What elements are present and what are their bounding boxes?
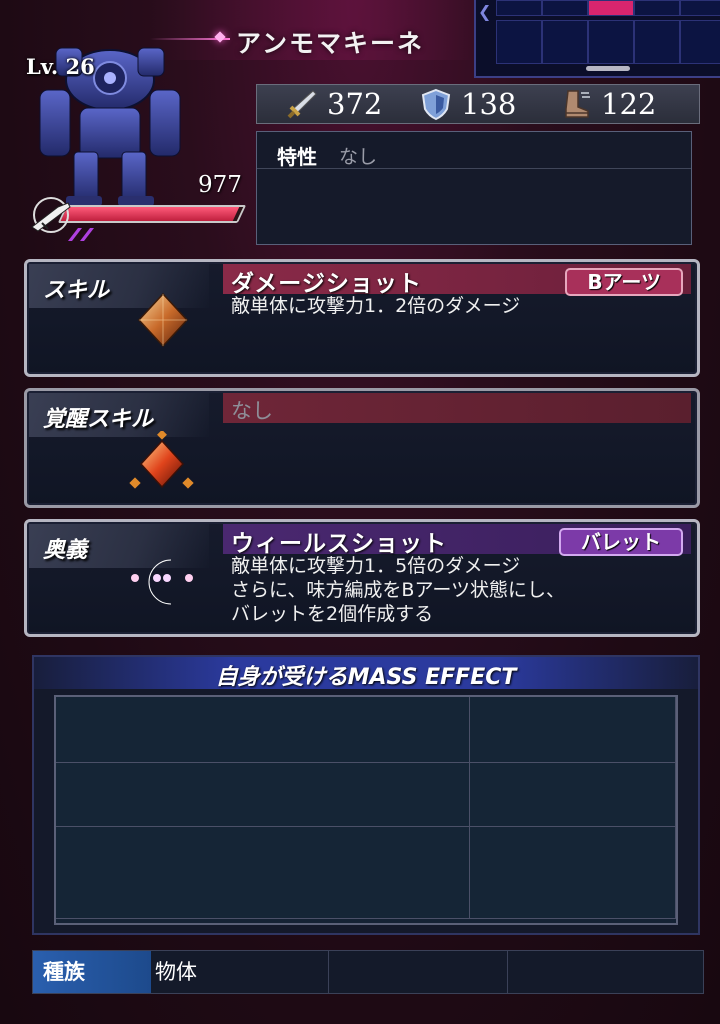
mass-effect-cell xyxy=(56,763,470,827)
party-slot[interactable] xyxy=(542,0,588,16)
ougi-panel[interactable]: 奥義 ウィールスショット バレット 敵単体に攻撃力1．5倍のダメージ さらに、味… xyxy=(24,519,700,637)
mass-effect-header: 自身が受けるMASS EFFECT xyxy=(34,657,698,690)
sword-icon xyxy=(287,90,317,119)
shield-icon xyxy=(421,88,451,121)
chevron-left-icon[interactable]: ❮ xyxy=(478,4,492,20)
unit-name: アンモマキーネ xyxy=(236,29,425,58)
trait-value: なし xyxy=(339,146,378,168)
trait-label: 特性 xyxy=(277,145,317,169)
stat-bar: 372 138 122 xyxy=(256,84,700,124)
party-slot[interactable] xyxy=(496,0,542,16)
mass-effect-title: 自身が受けるMASS EFFECT xyxy=(215,665,517,690)
boot-icon xyxy=(565,90,590,118)
mass-effect-cell xyxy=(470,763,676,827)
attack-type-icon xyxy=(68,228,94,241)
ougi-type-badge: バレット xyxy=(559,528,683,556)
species-empty-cell xyxy=(508,951,686,993)
skill-description: 敵単体に攻撃力1．2倍のダメージ xyxy=(231,295,521,317)
speed-value: 122 xyxy=(601,87,657,121)
hp-bar-fill xyxy=(60,207,240,221)
awakening-title: なし xyxy=(231,399,273,423)
hp-bar xyxy=(57,205,247,223)
mass-effect-cell xyxy=(470,827,676,919)
ougi-title: ウィールスショット xyxy=(231,531,447,557)
ougi-title-bar: ウィールスショット バレット xyxy=(223,524,691,557)
rainbow-moon-icon xyxy=(131,559,193,605)
party-slot[interactable] xyxy=(496,20,542,64)
unit-level: Lv. 26 xyxy=(26,54,95,79)
skill-type-badge: Bアーツ xyxy=(565,268,683,296)
mass-effect-grid xyxy=(54,695,678,925)
trait-divider xyxy=(257,168,691,169)
party-slot[interactable] xyxy=(542,20,588,64)
party-slot[interactable] xyxy=(680,0,720,16)
party-slot[interactable] xyxy=(634,20,680,64)
party-slot[interactable] xyxy=(680,20,720,64)
hp-value: 977 xyxy=(198,172,242,198)
awakened-gem-icon xyxy=(129,431,194,489)
mass-effect-cell xyxy=(56,827,470,919)
defense-stat: 138 xyxy=(419,85,516,123)
mass-effect-cell xyxy=(56,697,470,763)
attack-value: 372 xyxy=(327,87,383,121)
attack-stat: 372 xyxy=(285,85,382,123)
scroll-handle[interactable] xyxy=(586,66,630,71)
defense-value: 138 xyxy=(461,87,517,121)
species-empty-cell xyxy=(329,951,508,993)
skill-title: ダメージショット xyxy=(231,271,422,297)
mass-effect-cell xyxy=(470,697,676,763)
trait-box: 特性 なし xyxy=(256,131,692,245)
awakening-label: 覚醒スキル xyxy=(43,407,154,432)
party-slot[interactable] xyxy=(588,20,634,64)
awakening-skill-panel[interactable]: 覚醒スキル なし xyxy=(24,388,700,508)
species-row: 種族 物体 xyxy=(32,950,704,994)
species-value: 物体 xyxy=(151,951,329,993)
species-label: 種族 xyxy=(33,951,151,993)
ougi-description: 敵単体に攻撃力1．5倍のダメージ さらに、味方編成をBアーツ状態にし、 バレット… xyxy=(231,555,565,625)
speed-stat: 122 xyxy=(559,85,656,123)
mass-effect-panel: 自身が受けるMASS EFFECT xyxy=(32,655,700,935)
skill-panel[interactable]: スキル ダメージショット Bアーツ 敵単体に攻撃力1．2倍のダメージ xyxy=(24,259,700,377)
party-slot-selected[interactable] xyxy=(588,0,634,16)
ougi-label: 奥義 xyxy=(43,538,88,563)
skill-label: スキル xyxy=(43,278,110,303)
awakening-title-bar: なし xyxy=(223,393,691,423)
party-slot[interactable] xyxy=(634,0,680,16)
gem-icon xyxy=(137,292,189,348)
skill-title-bar: ダメージショット Bアーツ xyxy=(223,264,691,297)
